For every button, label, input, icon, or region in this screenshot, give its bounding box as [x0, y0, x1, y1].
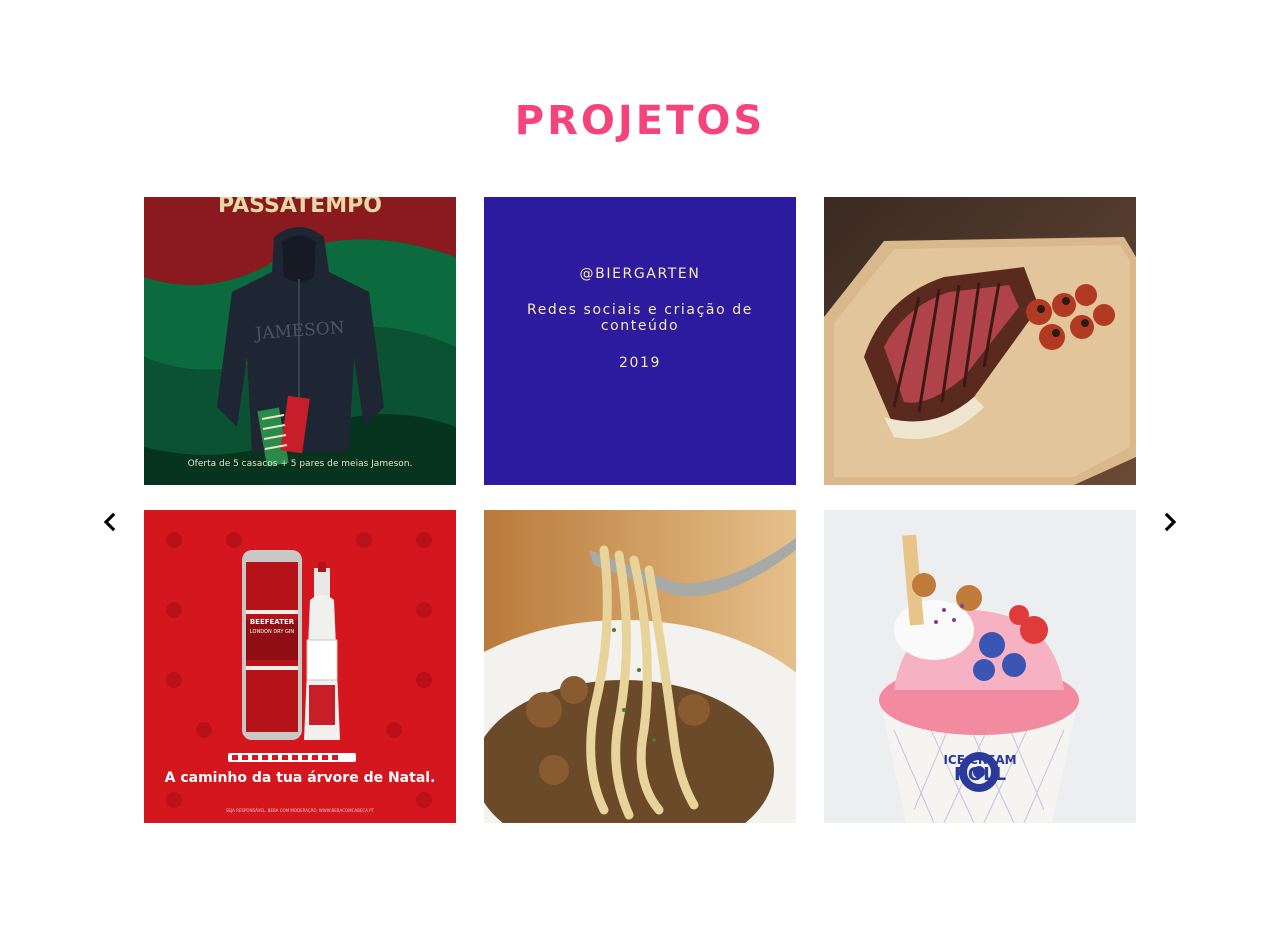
project-tile-biergarten[interactable]: @BIERGARTEN Redes sociais e criação de c…	[484, 197, 796, 485]
jameson-headline: PASSATEMPO	[218, 197, 382, 218]
section-title: PROJETOS	[514, 98, 766, 144]
chevron-right-icon	[1164, 512, 1177, 532]
project-year: 2019	[618, 355, 662, 371]
carousel-prev-button[interactable]	[98, 510, 122, 534]
beefeater-caption: A caminho da tua árvore de Natal.	[164, 770, 436, 786]
beefeater-fineprint: SEJA RESPONSÁVEL. BEBA COM MODERAÇÃO. WW…	[225, 808, 374, 813]
steak-photo-image	[824, 197, 1136, 485]
chevron-left-icon	[103, 512, 116, 532]
project-tile-jameson[interactable]: PASSATEMPO JAMESON Oferta de 5 casacos +…	[144, 197, 456, 485]
project-tile-beefeater[interactable]: BEEFEATER LONDON DRY GIN A caminho da tu…	[144, 510, 456, 823]
project-description: Redes sociais e criação de conteúdo	[527, 302, 753, 334]
ice-cream-brand-line2: ROLL	[953, 764, 1007, 785]
project-handle: @BIERGARTEN	[579, 266, 701, 282]
carousel-next-button[interactable]	[1158, 510, 1182, 534]
project-tile-pasta[interactable]	[484, 510, 796, 823]
beefeater-brand-text: BEEFEATER	[249, 618, 295, 626]
project-tile-steak[interactable]	[824, 197, 1136, 485]
project-tile-ice-cream-roll[interactable]: ICE CREAM ROLL	[824, 510, 1136, 823]
jameson-caption: Oferta de 5 casacos + 5 pares de meias J…	[187, 459, 413, 469]
pasta-photo-image	[484, 510, 796, 823]
beefeater-sub-text: LONDON DRY GIN	[249, 629, 295, 635]
